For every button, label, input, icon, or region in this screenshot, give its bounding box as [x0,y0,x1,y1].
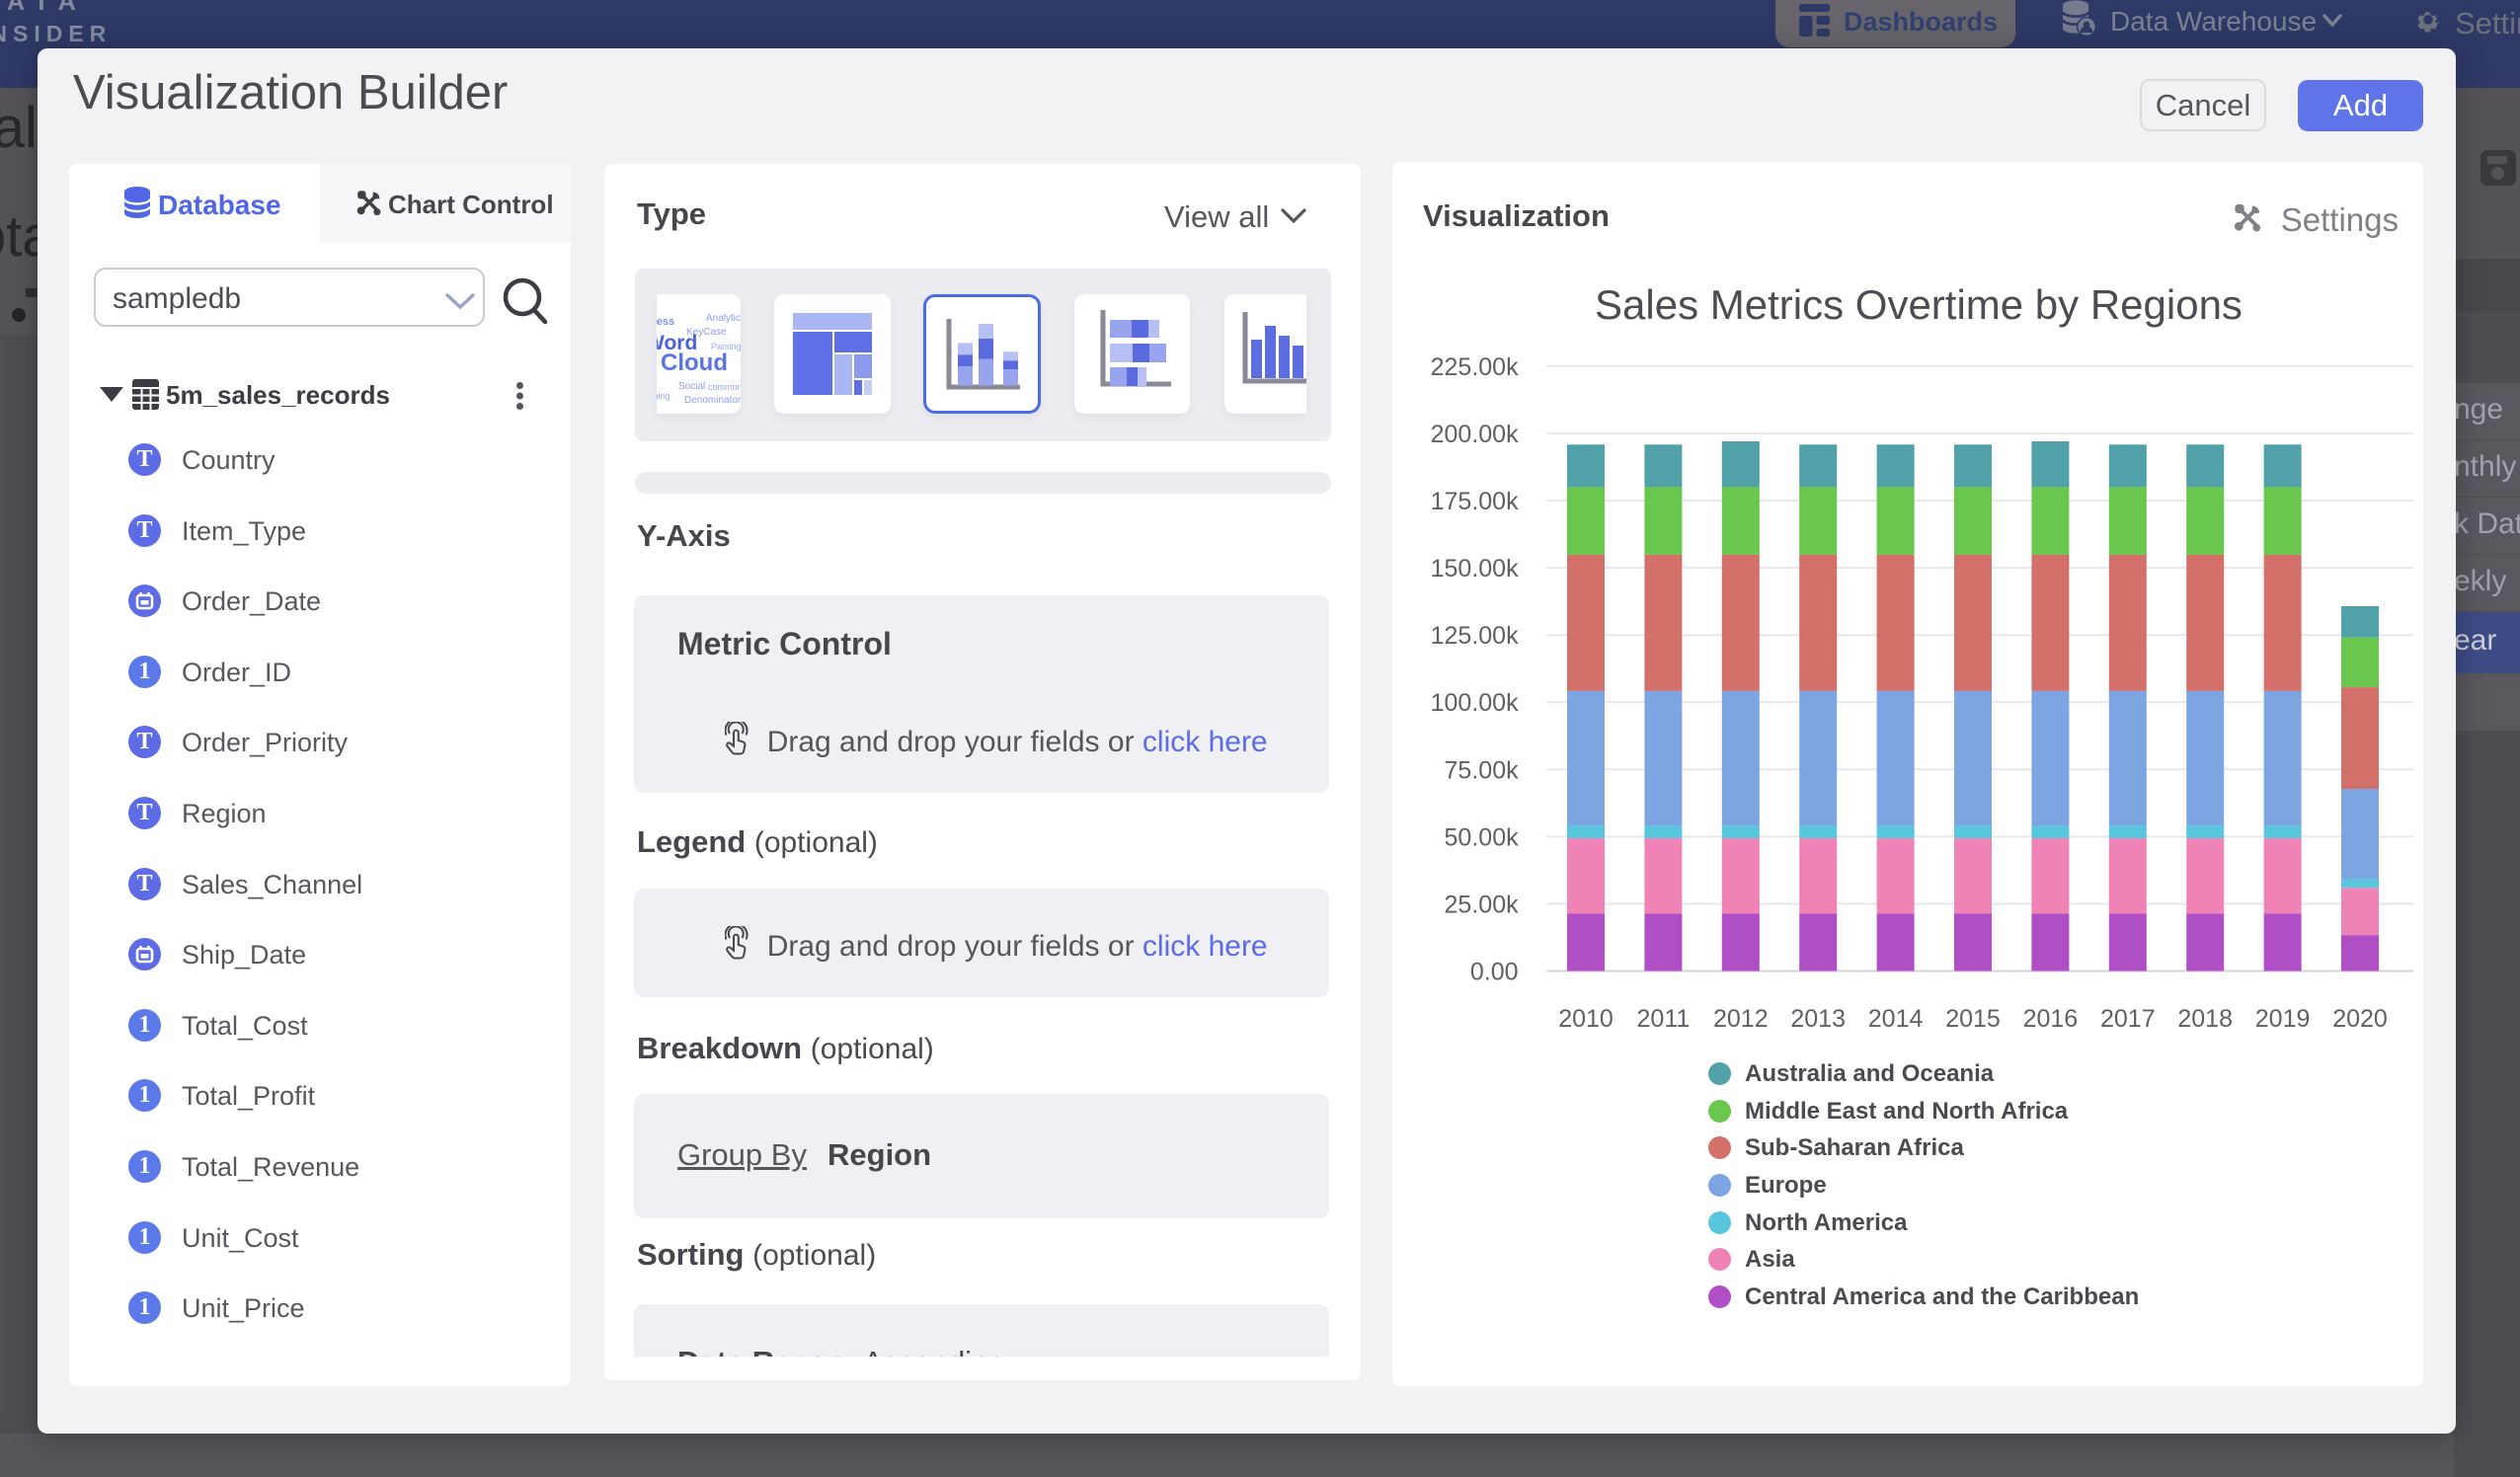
svg-text:125.00k: 125.00k [1431,622,1519,650]
svg-text:2011: 2011 [1637,1005,1691,1033]
svg-text:50.00k: 50.00k [1445,823,1520,851]
svg-text:2020: 2020 [2332,1005,2388,1033]
svg-text:0.00: 0.00 [1470,959,1519,986]
svg-text:2014: 2014 [1868,1005,1924,1033]
svg-text:2010: 2010 [1558,1005,1614,1033]
svg-text:2012: 2012 [1713,1005,1769,1033]
svg-text:2013: 2013 [1790,1005,1846,1033]
svg-text:100.00k: 100.00k [1431,689,1519,717]
svg-text:2017: 2017 [2100,1005,2156,1033]
svg-text:175.00k: 175.00k [1431,488,1519,515]
svg-text:2016: 2016 [2023,1005,2079,1033]
svg-text:150.00k: 150.00k [1431,555,1519,583]
svg-text:2019: 2019 [2255,1005,2311,1033]
svg-text:2018: 2018 [2177,1005,2233,1033]
svg-text:25.00k: 25.00k [1445,892,1520,919]
svg-text:225.00k: 225.00k [1431,353,1519,381]
svg-text:200.00k: 200.00k [1431,421,1519,448]
svg-text:75.00k: 75.00k [1445,756,1520,784]
svg-text:2015: 2015 [1945,1005,2001,1033]
